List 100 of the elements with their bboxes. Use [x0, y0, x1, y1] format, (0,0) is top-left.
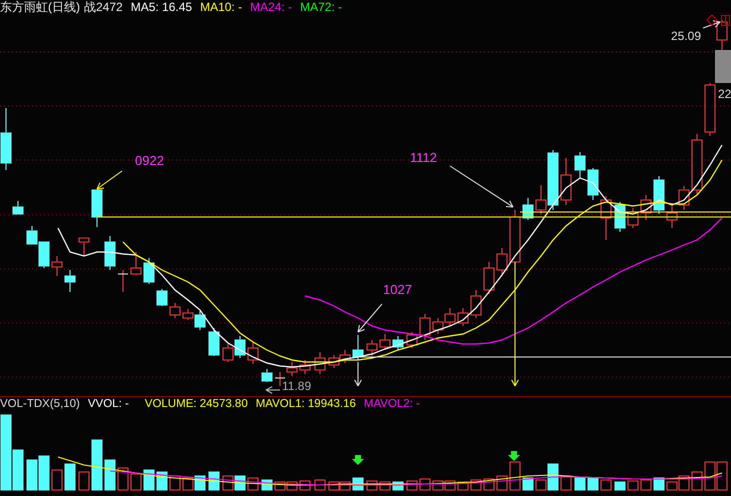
- indicator-value: VVOL: -: [88, 397, 129, 411]
- panel-icon[interactable]: [721, 15, 730, 26]
- candlestick: [654, 176, 664, 214]
- candlestick: [340, 350, 350, 364]
- candlestick: [420, 314, 430, 340]
- volume-bar: [600, 480, 612, 490]
- candlestick: [130, 252, 142, 276]
- date-annotation: 0922: [135, 153, 164, 168]
- volume-bar: [574, 478, 586, 490]
- candlestick: [522, 198, 534, 220]
- candlestick: [366, 340, 378, 356]
- volume-bar: [52, 470, 62, 490]
- volume-bar: [406, 480, 418, 490]
- indicator-value: MAVOL1: 19943.16: [256, 397, 356, 411]
- date-annotation: 1027: [383, 282, 412, 297]
- candlestick: [314, 352, 326, 374]
- volume-bar: [692, 472, 702, 490]
- indicator-value: MA10: -: [200, 0, 242, 14]
- candlestick: [560, 158, 572, 206]
- volume-bar: [78, 472, 90, 490]
- candlestick: [38, 242, 50, 268]
- candlestick: [0, 108, 12, 170]
- indicator-value: MAVOL2: -: [364, 397, 420, 411]
- price-label: 25.09: [671, 29, 702, 43]
- volume-bar: [640, 480, 652, 490]
- diamond-icon[interactable]: [706, 14, 718, 26]
- candlestick: [118, 270, 128, 292]
- annotation-arrow: [358, 304, 382, 332]
- annotation-arrow: [96, 170, 122, 190]
- volume-bar: [144, 470, 154, 490]
- candlestick: [52, 256, 62, 276]
- candlestick: [470, 290, 482, 318]
- volume-bar: [420, 478, 430, 490]
- overlay-box: [715, 50, 731, 83]
- candlestick: [716, 20, 728, 50]
- down-arrow: [354, 362, 362, 386]
- volume-bar: [654, 478, 664, 490]
- candlestick: [300, 360, 310, 374]
- volume-bar: [104, 460, 116, 490]
- candlestick: [406, 332, 418, 348]
- volume-bar: [704, 462, 716, 490]
- down-arrow-icon: [352, 455, 364, 465]
- candlestick: [64, 270, 76, 292]
- volume-bar: [182, 478, 194, 490]
- indicator-value: MA24: -: [250, 0, 292, 14]
- candlestick: [222, 344, 234, 362]
- stock-title: 东方雨虹(日线): [0, 0, 80, 14]
- price-label: 22: [718, 87, 731, 101]
- candlestick: [692, 134, 702, 194]
- candlestick: [380, 334, 390, 350]
- pointer-arrow: [702, 20, 720, 28]
- candlestick: [704, 82, 716, 136]
- volume-bar: [64, 464, 76, 490]
- volume-bar: [118, 468, 128, 490]
- candlestick: [666, 206, 678, 228]
- pointer-arrow: [266, 386, 280, 394]
- candlestick: [234, 336, 246, 358]
- stock-code: 战2472: [84, 0, 123, 14]
- volume-bar: [314, 480, 326, 490]
- indicator-name: VOL-TDX(5,10): [0, 397, 80, 411]
- candlestick: [92, 190, 102, 228]
- candlestick: [678, 186, 690, 210]
- candlestick: [26, 226, 38, 244]
- candlestick: [484, 262, 494, 294]
- candlestick: [144, 258, 154, 284]
- candlestick: [458, 308, 468, 326]
- candlestick: [104, 236, 116, 270]
- volume-bar: [716, 462, 728, 490]
- date-annotation: 1112: [410, 150, 437, 165]
- volume-bar: [130, 474, 142, 490]
- candlestick: [12, 200, 24, 214]
- candlestick: [78, 238, 90, 256]
- volume-bar: [510, 462, 520, 490]
- volume-bar: [628, 480, 638, 490]
- candlestick: [444, 308, 456, 326]
- down-arrow-icon: [508, 451, 520, 461]
- volume-bar: [38, 456, 50, 490]
- volume-bar: [588, 478, 598, 490]
- volume-bar: [522, 478, 534, 490]
- candlestick: [262, 368, 272, 382]
- candlestick: [628, 208, 638, 228]
- candlestick: [208, 328, 220, 356]
- candlestick: [432, 318, 444, 334]
- annotation-arrow: [450, 166, 514, 208]
- price-label: 11.89: [282, 379, 312, 393]
- volume-bar: [26, 460, 38, 490]
- candlestick: [600, 196, 612, 240]
- candlestick: [588, 168, 598, 200]
- volume-bar: [156, 472, 168, 490]
- candlestick: [640, 194, 652, 220]
- candlestick: [156, 288, 168, 306]
- indicator-value: MA5: 16.45: [130, 0, 192, 14]
- candlestick: [248, 342, 258, 364]
- volume-bar: [92, 440, 102, 490]
- indicator-value: VOLUME: 24573.80: [144, 397, 248, 411]
- volume-bar: [614, 482, 626, 490]
- candlestick: [496, 248, 508, 274]
- volume-bar: [208, 472, 220, 490]
- candlestick: [510, 210, 520, 264]
- candlestick: [574, 152, 586, 178]
